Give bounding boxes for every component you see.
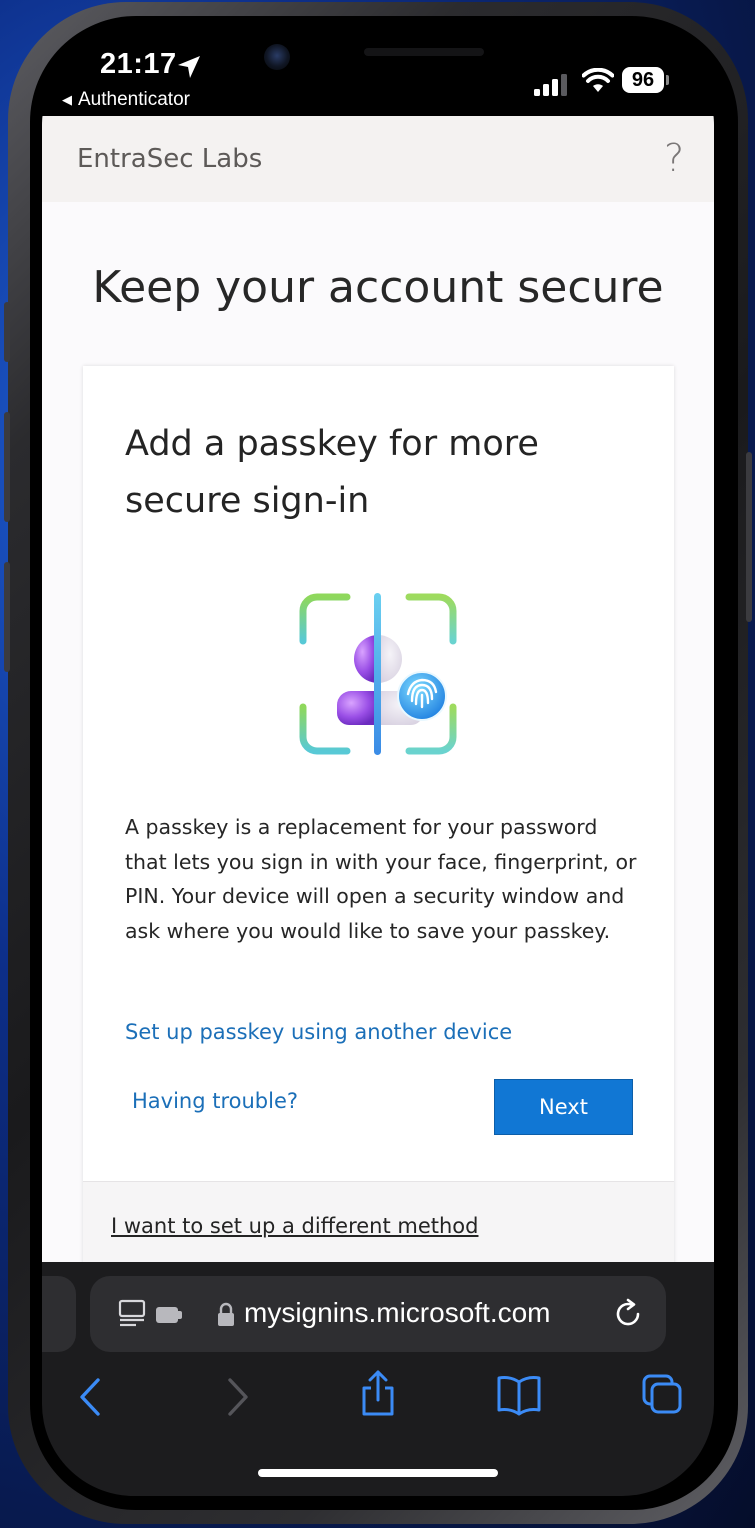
back-icon[interactable] bbox=[76, 1372, 106, 1422]
status-time: 21:17 bbox=[100, 48, 177, 80]
card-footer: I want to set up a different method bbox=[83, 1181, 674, 1262]
brand-name: EntraSec Labs bbox=[77, 144, 263, 174]
page-title: Keep your account secure bbox=[92, 262, 664, 313]
help-icon[interactable]: ? bbox=[664, 136, 684, 180]
passkey-person-fingerprint-icon bbox=[299, 593, 457, 755]
front-camera bbox=[264, 44, 290, 70]
next-button[interactable]: Next bbox=[494, 1079, 633, 1135]
location-arrow-icon bbox=[178, 56, 200, 78]
lock-icon bbox=[218, 1302, 234, 1326]
speaker-slit bbox=[364, 48, 484, 56]
card-title: Add a passkey for more secure sign-in bbox=[125, 424, 539, 521]
browser-toolbar: mysignins.microsoft.com bbox=[42, 1262, 714, 1496]
reader-icon[interactable] bbox=[118, 1298, 148, 1328]
volume-up-button bbox=[4, 412, 10, 522]
web-content: EntraSec Labs ? Keep your account secure… bbox=[42, 116, 714, 1262]
phone-screen: 21:17 ◀ Authenticator 96 EntraSec Labs ? … bbox=[42, 34, 714, 1496]
reload-icon[interactable] bbox=[612, 1298, 644, 1330]
extension-icon[interactable] bbox=[154, 1304, 184, 1326]
home-indicator[interactable] bbox=[258, 1469, 498, 1477]
back-app-label: Authenticator bbox=[78, 89, 190, 110]
bookmarks-icon[interactable] bbox=[496, 1372, 542, 1418]
having-trouble-link[interactable]: Having trouble? bbox=[132, 1089, 298, 1113]
battery-tip bbox=[666, 75, 669, 85]
action-button bbox=[4, 302, 10, 362]
url-text[interactable]: mysignins.microsoft.com bbox=[244, 1297, 551, 1329]
battery-indicator: 96 bbox=[622, 67, 664, 93]
address-bar[interactable]: mysignins.microsoft.com bbox=[90, 1276, 666, 1352]
back-to-app-link[interactable]: ◀ Authenticator bbox=[62, 89, 190, 111]
back-triangle-icon: ◀ bbox=[62, 92, 72, 107]
site-header: EntraSec Labs ? bbox=[42, 116, 714, 202]
setup-another-device-link[interactable]: Set up passkey using another device bbox=[125, 1020, 512, 1044]
tabs-icon[interactable] bbox=[640, 1372, 686, 1418]
wifi-icon bbox=[582, 68, 614, 92]
forward-icon[interactable] bbox=[222, 1372, 252, 1422]
volume-down-button bbox=[4, 562, 10, 672]
browser-nav-row bbox=[42, 1370, 714, 1432]
share-icon[interactable] bbox=[358, 1368, 398, 1418]
different-method-link[interactable]: I want to set up a different method bbox=[111, 1214, 478, 1238]
previous-tab-preview[interactable] bbox=[42, 1276, 76, 1352]
passkey-description: A passkey is a replacement for your pass… bbox=[125, 815, 637, 943]
passkey-card: Add a passkey for more secure sign-in A … bbox=[83, 366, 674, 1262]
power-button bbox=[746, 452, 752, 622]
cellular-signal-icon bbox=[534, 74, 567, 96]
